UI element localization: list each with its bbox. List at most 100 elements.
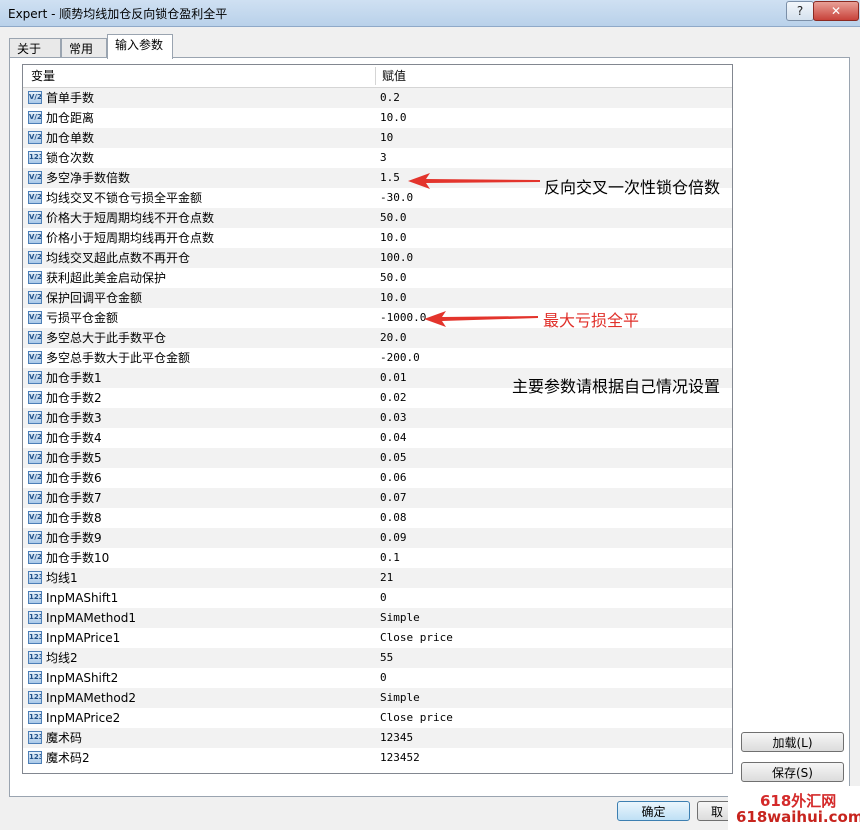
param-value[interactable]: Simple — [380, 688, 420, 708]
table-row[interactable]: 123 InpMAShift1 0 — [23, 588, 732, 608]
param-value[interactable]: 0.09 — [380, 528, 407, 548]
integer-type-icon: 123 — [28, 691, 42, 704]
table-row[interactable]: 123 InpMAMethod1 Simple — [23, 608, 732, 628]
column-header-variable[interactable]: 变量 — [31, 65, 55, 87]
table-row[interactable]: 123 InpMAMethod2 Simple — [23, 688, 732, 708]
save-button[interactable]: 保存(S) — [741, 762, 844, 782]
double-type-icon: V/2 — [28, 491, 42, 504]
param-name: 加仓手数9 — [46, 531, 102, 545]
param-value[interactable]: 100.0 — [380, 248, 413, 268]
param-value[interactable]: 50.0 — [380, 268, 407, 288]
table-row[interactable]: V/2 加仓手数10 0.1 — [23, 548, 732, 568]
table-row[interactable]: V/2 加仓手数6 0.06 — [23, 468, 732, 488]
param-name: 加仓手数2 — [46, 391, 102, 405]
table-row[interactable]: 123 魔术码 12345 — [23, 728, 732, 748]
table-row[interactable]: V/2 保护回调平仓金额 10.0 — [23, 288, 732, 308]
table-row[interactable]: 123 InpMAPrice2 Close price — [23, 708, 732, 728]
integer-type-icon: 123 — [28, 631, 42, 644]
param-value[interactable]: 10 — [380, 128, 393, 148]
parameter-grid[interactable]: 变量 赋值 V/2 首单手数 0.2 V/2 加仓距离 10.0 V/2 加仓单数 10 123 锁… — [22, 64, 733, 774]
integer-type-icon: 123 — [28, 751, 42, 764]
param-value[interactable]: 0.08 — [380, 508, 407, 528]
double-type-icon: V/2 — [28, 451, 42, 464]
param-value[interactable]: 12345 — [380, 728, 413, 748]
integer-type-icon: 123 — [28, 571, 42, 584]
double-type-icon: V/2 — [28, 431, 42, 444]
param-value[interactable]: 10.0 — [380, 228, 407, 248]
param-value[interactable]: 0.1 — [380, 548, 400, 568]
table-row[interactable]: V/2 加仓距离 10.0 — [23, 108, 732, 128]
param-value[interactable]: 123452 — [380, 748, 420, 768]
param-value[interactable]: Close price — [380, 708, 453, 728]
param-value[interactable]: 0.04 — [380, 428, 407, 448]
param-value[interactable]: Simple — [380, 608, 420, 628]
table-row[interactable]: V/2 加仓手数4 0.04 — [23, 428, 732, 448]
param-name: 加仓距离 — [46, 111, 95, 125]
table-row[interactable]: 123 均线1 21 — [23, 568, 732, 588]
param-value[interactable]: 21 — [380, 568, 393, 588]
param-name: 魔术码 — [46, 731, 83, 745]
table-row[interactable]: V/2 多空总大于此手数平仓 20.0 — [23, 328, 732, 348]
column-separator[interactable] — [375, 67, 376, 85]
table-row[interactable]: 123 均线2 55 — [23, 648, 732, 668]
param-value[interactable]: 0.02 — [380, 388, 407, 408]
param-value[interactable]: 1.5 — [380, 168, 400, 188]
param-value[interactable]: 0.01 — [380, 368, 407, 388]
table-row[interactable]: 123 魔术码2 123452 — [23, 748, 732, 768]
double-type-icon: V/2 — [28, 231, 42, 244]
param-value[interactable]: 0 — [380, 668, 387, 688]
table-row[interactable]: 123 锁仓次数 3 — [23, 148, 732, 168]
close-button[interactable]: ✕ — [813, 1, 859, 21]
param-value[interactable]: 0.03 — [380, 408, 407, 428]
table-row[interactable]: V/2 加仓手数3 0.03 — [23, 408, 732, 428]
double-type-icon: V/2 — [28, 351, 42, 364]
param-value[interactable]: Close price — [380, 628, 453, 648]
table-row[interactable]: 123 InpMAShift2 0 — [23, 668, 732, 688]
tab-inputs[interactable]: 输入参数 — [107, 34, 173, 59]
table-row[interactable]: V/2 获利超此美金启动保护 50.0 — [23, 268, 732, 288]
table-row[interactable]: V/2 首单手数 0.2 — [23, 88, 732, 108]
ok-button[interactable]: 确定 — [617, 801, 690, 821]
param-name: InpMAShift2 — [46, 671, 119, 685]
param-value[interactable]: 10.0 — [380, 108, 407, 128]
grid-header: 变量 赋值 — [23, 65, 732, 88]
help-button[interactable]: ? — [786, 1, 814, 21]
param-value[interactable]: 0.06 — [380, 468, 407, 488]
param-name: InpMAMethod1 — [46, 611, 136, 625]
tab-about[interactable]: 关于 — [9, 38, 61, 58]
param-value[interactable]: 55 — [380, 648, 393, 668]
param-value[interactable]: 20.0 — [380, 328, 407, 348]
table-row[interactable]: V/2 多空总手数大于此平仓金额 -200.0 — [23, 348, 732, 368]
param-name: 加仓手数6 — [46, 471, 102, 485]
param-value[interactable]: 10.0 — [380, 288, 407, 308]
double-type-icon: V/2 — [28, 311, 42, 324]
param-value[interactable]: 0.07 — [380, 488, 407, 508]
table-row[interactable]: V/2 价格大于短周期均线不开仓点数 50.0 — [23, 208, 732, 228]
column-header-value[interactable]: 赋值 — [382, 65, 406, 87]
table-row[interactable]: V/2 加仓单数 10 — [23, 128, 732, 148]
table-row[interactable]: V/2 加仓手数5 0.05 — [23, 448, 732, 468]
param-value[interactable]: 3 — [380, 148, 387, 168]
param-name: 加仓单数 — [46, 131, 95, 145]
param-value[interactable]: 0 — [380, 588, 387, 608]
table-row[interactable]: V/2 加仓手数9 0.09 — [23, 528, 732, 548]
param-value[interactable]: -200.0 — [380, 348, 420, 368]
param-value[interactable]: 50.0 — [380, 208, 407, 228]
integer-type-icon: 123 — [28, 611, 42, 624]
param-name: 均线2 — [46, 651, 78, 665]
annotation-max-loss: 最大亏损全平 — [543, 311, 640, 330]
param-value[interactable]: 0.05 — [380, 448, 407, 468]
table-row[interactable]: V/2 价格小于短周期均线再开仓点数 10.0 — [23, 228, 732, 248]
param-value[interactable]: -1000.0 — [380, 308, 426, 328]
tab-common[interactable]: 常用 — [61, 38, 107, 58]
param-name: 多空总大于此手数平仓 — [46, 331, 167, 345]
param-value[interactable]: -30.0 — [380, 188, 413, 208]
table-row[interactable]: V/2 加仓手数7 0.07 — [23, 488, 732, 508]
load-button[interactable]: 加载(L) — [741, 732, 844, 752]
table-row[interactable]: 123 InpMAPrice1 Close price — [23, 628, 732, 648]
table-row[interactable]: V/2 均线交叉超此点数不再开仓 100.0 — [23, 248, 732, 268]
param-value[interactable]: 0.2 — [380, 88, 400, 108]
param-name: 加仓手数7 — [46, 491, 102, 505]
double-type-icon: V/2 — [28, 171, 42, 184]
table-row[interactable]: V/2 加仓手数8 0.08 — [23, 508, 732, 528]
